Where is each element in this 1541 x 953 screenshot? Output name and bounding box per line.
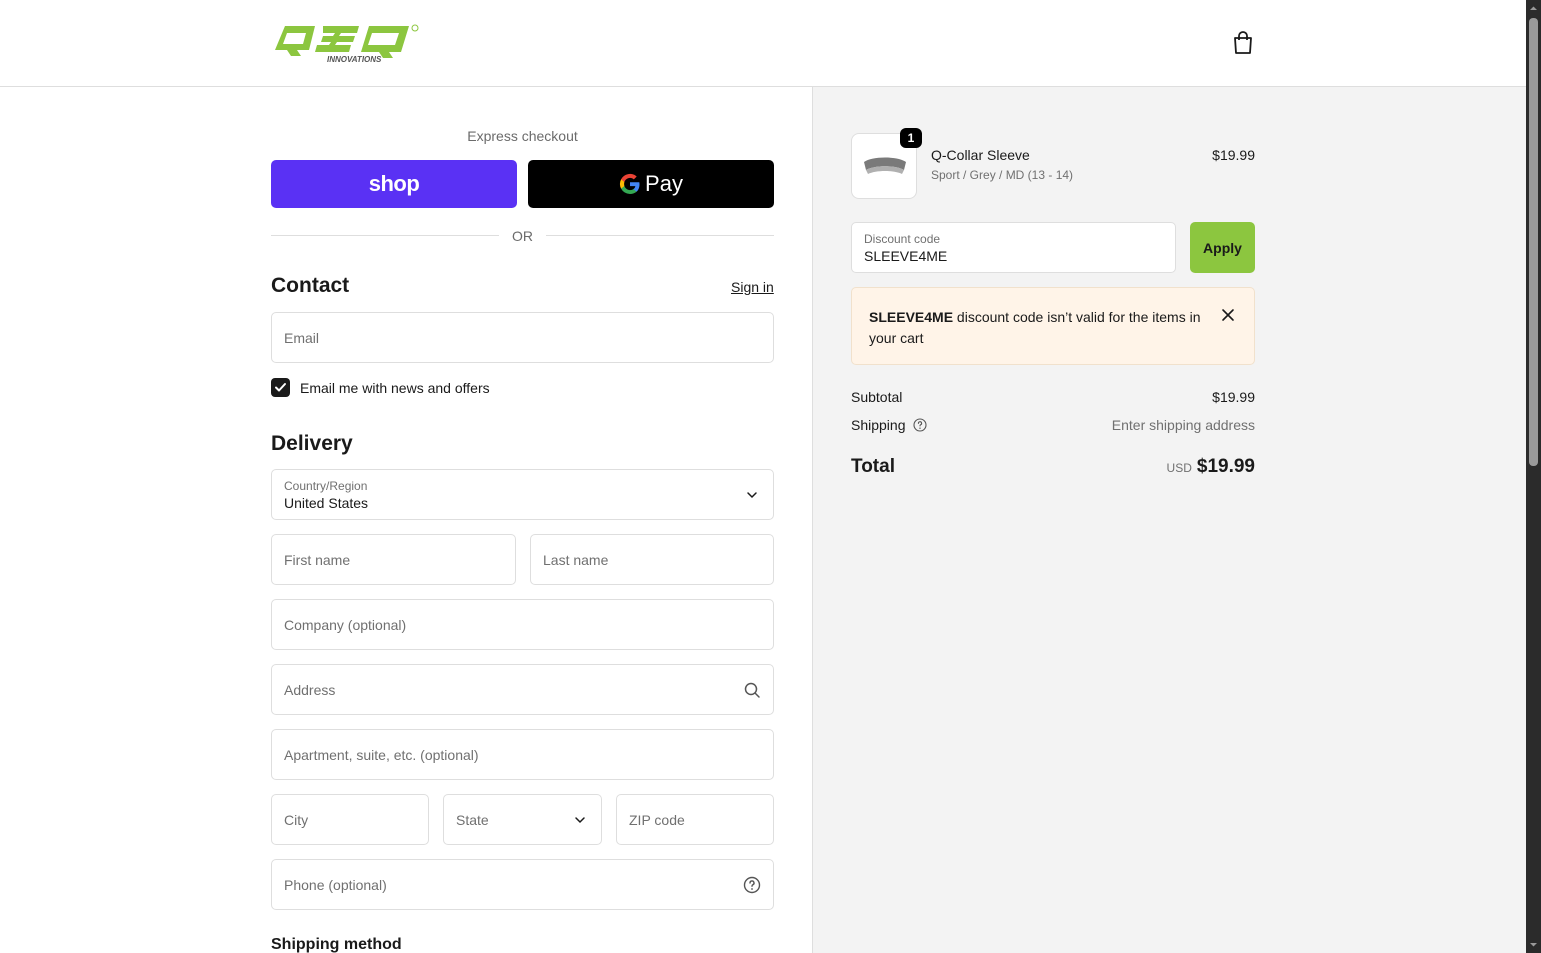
apartment-placeholder: Apartment, suite, etc. (optional) (284, 746, 479, 763)
phone-placeholder: Phone (optional) (284, 876, 387, 893)
search-icon (744, 682, 760, 698)
discount-code-label: Discount code (864, 232, 941, 246)
first-name-placeholder: First name (284, 551, 351, 568)
city-field[interactable]: City (271, 794, 429, 845)
scroll-down-icon[interactable] (1529, 940, 1538, 949)
zip-field[interactable]: ZIP code (616, 794, 774, 845)
state-select[interactable]: State (443, 794, 602, 845)
discount-code-value: SLEEVE4ME (864, 248, 948, 264)
scroll-up-icon[interactable] (1529, 4, 1538, 13)
total-amount: USD $19.99 (1100, 456, 1255, 478)
country-value: United States (284, 495, 369, 511)
google-pay-button[interactable]: Pay (528, 160, 774, 208)
google-g-icon (620, 173, 640, 195)
state-placeholder: State (456, 811, 489, 828)
delivery-title: Delivery (271, 432, 353, 455)
or-label: OR (512, 228, 533, 244)
company-field[interactable]: Company (optional) (271, 599, 774, 650)
subtotal-row: Subtotal $19.99 (851, 389, 1255, 405)
discount-code-field[interactable]: Discount code SLEEVE4ME (851, 222, 1176, 273)
order-summary-panel (812, 87, 1526, 953)
question-circle-icon[interactable] (743, 876, 761, 894)
or-divider: OR (271, 226, 774, 246)
checkmark-icon (275, 383, 286, 392)
checkout-header: INNOVATIONS (0, 0, 1526, 87)
newsletter-checkbox[interactable] (271, 378, 290, 397)
item-variant: Sport / Grey / MD (13 - 14) (931, 168, 1074, 182)
discount-error-message: SLEEVE4ME discount code isn’t valid for … (869, 307, 1209, 349)
apartment-field[interactable]: Apartment, suite, etc. (optional) (271, 729, 774, 780)
sign-in-link[interactable]: Sign in (731, 279, 774, 295)
item-price: $19.99 (1212, 147, 1255, 163)
discount-error-code: SLEEVE4ME (869, 309, 954, 325)
address-field[interactable]: Address (271, 664, 774, 715)
scrollbar-thumb[interactable] (1529, 18, 1538, 466)
total-value: $19.99 (1196, 456, 1255, 477)
zip-placeholder: ZIP code (629, 811, 685, 828)
google-pay-label: Pay (645, 171, 683, 196)
subtotal-label: Subtotal (851, 389, 903, 405)
phone-field[interactable]: Phone (optional) (271, 859, 774, 910)
shop-pay-button[interactable]: shop (271, 160, 517, 208)
item-name: Q-Collar Sleeve (931, 147, 1030, 163)
svg-text:INNOVATIONS: INNOVATIONS (327, 55, 382, 64)
address-placeholder: Address (284, 681, 336, 698)
first-name-field[interactable]: First name (271, 534, 516, 585)
q3q-logo[interactable]: INNOVATIONS (271, 20, 421, 64)
express-checkout-label: Express checkout (467, 128, 578, 144)
shopping-bag-icon[interactable] (1231, 30, 1255, 56)
shipping-method-title: Shipping method (271, 936, 402, 953)
shipping-label: Shipping (851, 417, 906, 433)
last-name-field[interactable]: Last name (530, 534, 774, 585)
page-scrollbar[interactable] (1526, 0, 1541, 953)
company-placeholder: Company (optional) (284, 616, 407, 633)
contact-title: Contact (271, 274, 350, 297)
close-icon[interactable] (1220, 307, 1236, 323)
chevron-down-icon (747, 491, 757, 498)
currency-code: USD (1166, 461, 1192, 475)
shop-pay-label: shop (368, 171, 420, 196)
country-label: Country/Region (284, 479, 368, 493)
discount-error-alert: SLEEVE4ME discount code isn’t valid for … (851, 287, 1255, 365)
quantity-badge: 1 (900, 128, 922, 148)
shipping-row: Shipping Enter shipping address (851, 417, 1255, 433)
email-field[interactable]: Email (271, 312, 774, 363)
total-label: Total (851, 456, 895, 477)
newsletter-label: Email me with news and offers (300, 380, 490, 396)
chevron-down-icon (575, 816, 585, 823)
question-circle-icon[interactable] (913, 418, 927, 432)
country-select[interactable]: Country/Region United States (271, 469, 774, 520)
apply-discount-button[interactable]: Apply (1190, 222, 1255, 273)
last-name-placeholder: Last name (543, 551, 609, 568)
city-placeholder: City (284, 811, 309, 828)
subtotal-value: $19.99 (1212, 389, 1255, 405)
email-placeholder: Email (284, 329, 320, 346)
shipping-value: Enter shipping address (1111, 417, 1255, 433)
